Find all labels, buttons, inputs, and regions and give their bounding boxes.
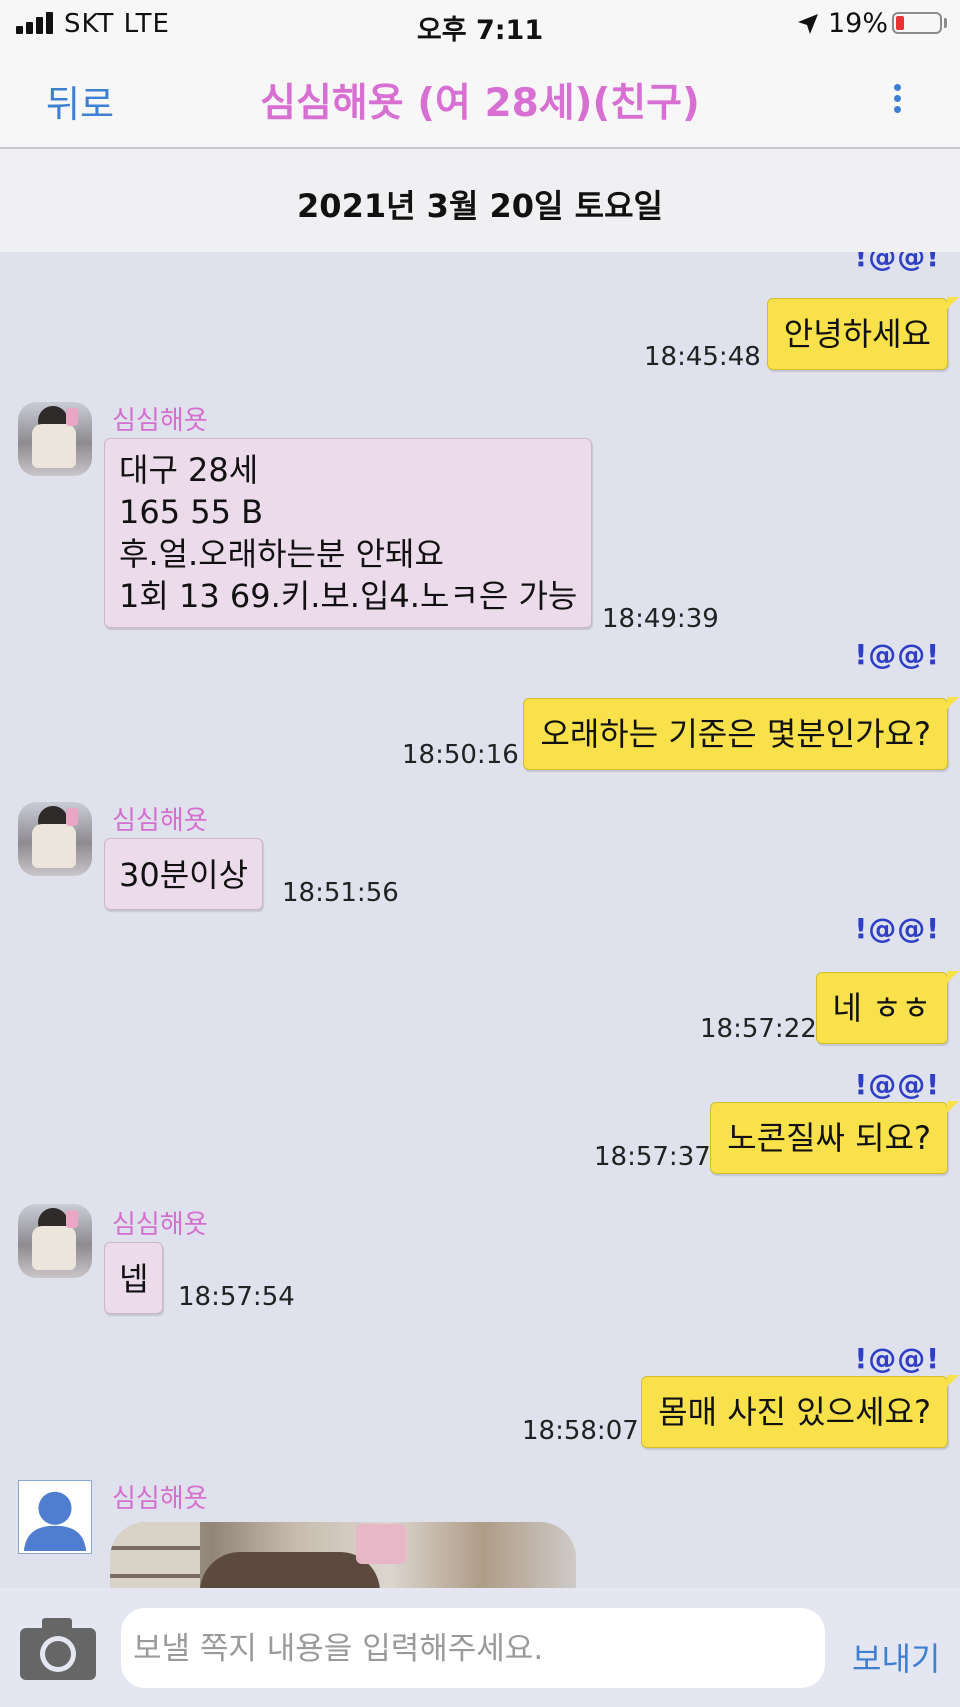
outgoing-bubble[interactable]: 노콘질싸 되요? xyxy=(710,1101,959,1174)
battery-cap xyxy=(944,18,947,28)
sender-tag: !@@! xyxy=(854,638,940,671)
sender-tag: !@@! xyxy=(854,252,940,273)
composer-bar: 보내기 xyxy=(0,1588,960,1707)
sender-tag: !@@! xyxy=(854,912,940,945)
message-time: 18:45:48 xyxy=(644,342,761,372)
incoming-bubble[interactable]: 30분이상 xyxy=(104,838,264,910)
message-time: 18:57:37 xyxy=(594,1142,711,1172)
outgoing-bubble[interactable]: 안녕하세요 xyxy=(766,297,960,370)
date-label: 2021년 3월 20일 토요일 xyxy=(297,187,663,225)
message-time: 18:57:54 xyxy=(178,1282,295,1312)
sender-name: 심심해욧 xyxy=(112,1210,208,1240)
avatar[interactable] xyxy=(18,402,92,476)
message-time: 18:49:39 xyxy=(602,604,719,634)
photo-message[interactable] xyxy=(110,1522,576,1588)
battery-icon xyxy=(892,12,942,34)
avatar[interactable] xyxy=(18,802,92,876)
more-vertical-icon[interactable] xyxy=(890,84,906,114)
battery-level xyxy=(896,16,904,30)
chat-title: 심심해욧 (여 28세)(친구) xyxy=(260,81,700,126)
outgoing-bubble[interactable]: 네 ㅎㅎ xyxy=(815,971,959,1044)
default-avatar-icon[interactable] xyxy=(18,1480,92,1554)
message-time: 18:57:22 xyxy=(700,1014,817,1044)
sender-name: 심심해욧 xyxy=(112,1484,208,1514)
message-input[interactable] xyxy=(131,1608,815,1690)
message-time: 18:51:56 xyxy=(282,878,399,908)
message-list[interactable]: !@@! 안녕하세요 18:45:48 심심해욧 대구 28세 165 55 B… xyxy=(0,252,960,1588)
camera-icon[interactable] xyxy=(18,1616,98,1682)
message-time: 18:58:07 xyxy=(522,1416,639,1446)
incoming-bubble[interactable]: 넵 xyxy=(104,1242,164,1314)
outgoing-bubble[interactable]: 오래하는 기준은 몇분인가요? xyxy=(523,697,959,770)
sender-tag: !@@! xyxy=(854,1342,940,1375)
incoming-bubble[interactable]: 대구 28세 165 55 B 후.얼.오래하는분 안돼요 1회 13 69.키… xyxy=(104,438,593,628)
person-silhouette-icon xyxy=(23,1491,87,1552)
avatar[interactable] xyxy=(18,1204,92,1278)
date-header: 2021년 3월 20일 토요일 xyxy=(0,149,960,252)
send-button[interactable]: 보내기 xyxy=(852,1634,940,1680)
sender-name: 심심해욧 xyxy=(112,806,208,836)
sender-name: 심심해욧 xyxy=(112,406,208,436)
message-time: 18:50:16 xyxy=(402,740,519,770)
location-arrow-icon xyxy=(798,14,818,34)
battery-percent: 19% xyxy=(828,8,889,39)
outgoing-bubble[interactable]: 몸매 사진 있으세요? xyxy=(641,1375,959,1448)
sender-tag: !@@! xyxy=(854,1068,940,1101)
status-bar: SKT LTE 오후 7:11 19% xyxy=(0,0,960,50)
nav-bar: 뒤로 심심해욧 (여 28세)(친구) xyxy=(0,50,960,149)
message-input-box[interactable] xyxy=(121,1608,825,1690)
